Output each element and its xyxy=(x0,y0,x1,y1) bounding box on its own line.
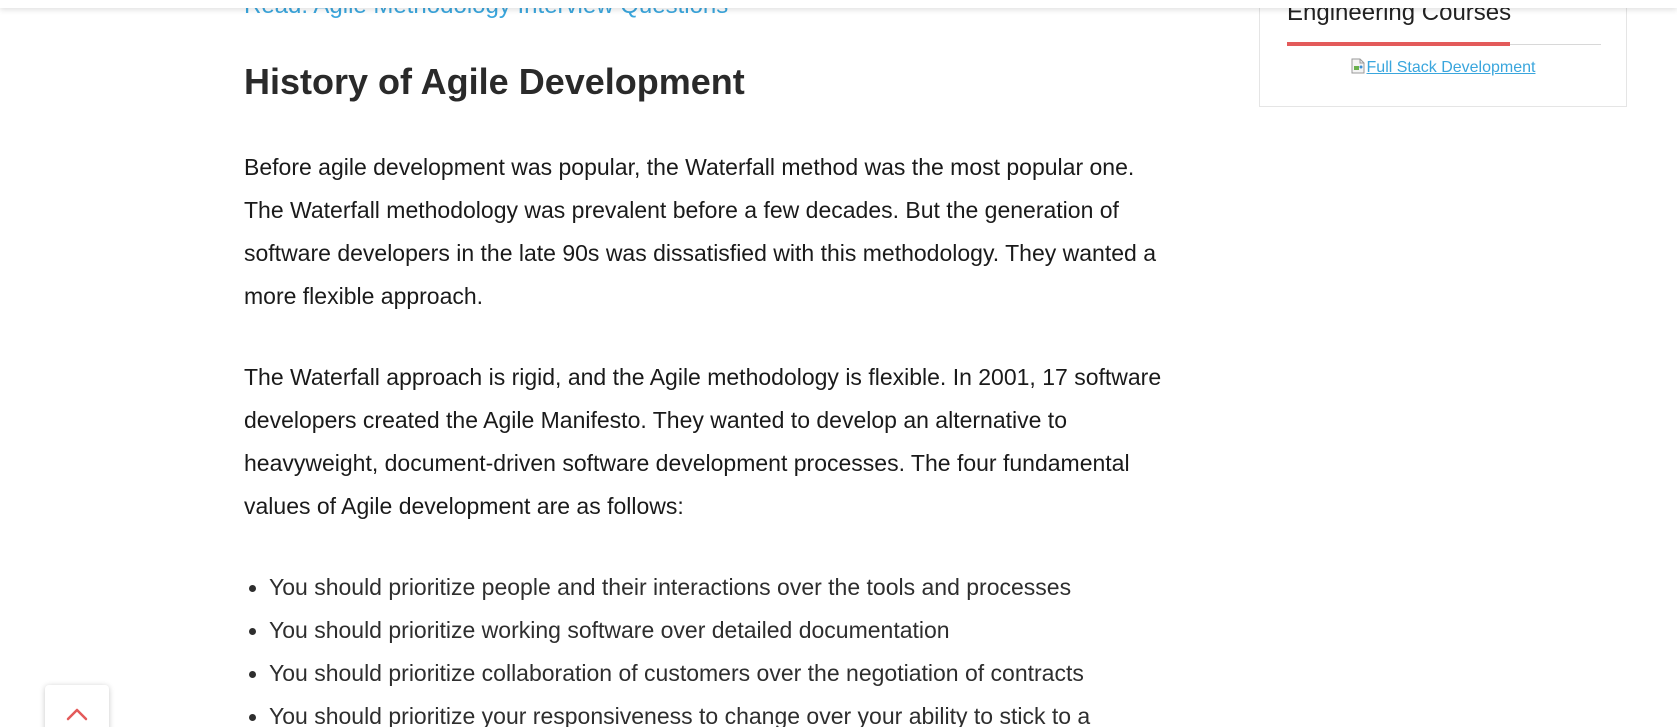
broken-image-icon xyxy=(1351,58,1365,74)
page: Read: Agile Methodology Interview Questi… xyxy=(0,0,1677,727)
list-item: You should prioritize your responsivenes… xyxy=(249,695,1164,727)
sidebar-courses-widget: Engineering Courses Full Stack Developme… xyxy=(1259,0,1627,107)
list-item: You should prioritize working software o… xyxy=(249,609,1164,652)
list-item: You should prioritize people and their i… xyxy=(249,566,1164,609)
chevron-up-icon xyxy=(66,708,88,721)
top-header-bar xyxy=(0,0,1677,8)
full-stack-development-banner-link[interactable]: Full Stack Development xyxy=(1260,57,1626,79)
paragraph-waterfall-history: Before agile development was popular, th… xyxy=(244,154,1156,309)
banner-alt-text: Full Stack Development xyxy=(1366,59,1536,76)
sidebar-accent-underline xyxy=(1287,42,1510,46)
list-item: You should prioritize collaboration of c… xyxy=(249,652,1164,695)
scroll-to-top-button[interactable] xyxy=(45,685,109,727)
agile-values-list: You should prioritize people and their i… xyxy=(244,566,1164,727)
section-heading: History of Agile Development xyxy=(244,61,745,102)
article-content: Read: Agile Methodology Interview Questi… xyxy=(244,0,1164,727)
paragraph-agile-manifesto: The Waterfall approach is rigid, and the… xyxy=(244,364,1162,519)
